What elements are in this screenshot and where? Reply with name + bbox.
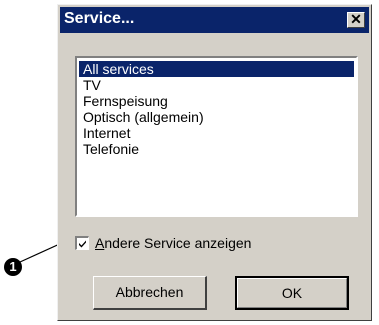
close-button[interactable]: ✕ — [347, 12, 365, 28]
list-item[interactable]: Fernspeisung — [79, 93, 354, 109]
accelerator-key: A — [95, 235, 105, 251]
show-other-services-row[interactable]: Andere Service anzeigen — [75, 234, 251, 252]
label-rest: ndere Service anzeigen — [104, 235, 252, 251]
service-listbox[interactable]: All services TV Fernspeisung Optisch (al… — [75, 56, 358, 217]
list-item[interactable]: TV — [79, 77, 354, 93]
title-bar: Service... ✕ — [60, 7, 369, 33]
checkmark-icon — [79, 240, 86, 248]
list-item[interactable]: Internet — [79, 125, 354, 141]
close-icon: ✕ — [350, 11, 362, 27]
dialog-title: Service... — [64, 10, 135, 27]
cancel-button[interactable]: Abbrechen — [93, 276, 207, 310]
ok-button[interactable]: OK — [235, 276, 349, 310]
service-dialog: Service... ✕ All services TV Fernspeisun… — [57, 4, 372, 321]
show-other-services-label: Andere Service anzeigen — [95, 235, 251, 251]
callout-badge: 1 — [4, 258, 22, 276]
list-item[interactable]: All services — [79, 61, 354, 77]
list-item[interactable]: Telefonie — [79, 141, 354, 157]
ok-button-label: OK — [281, 285, 303, 301]
show-other-services-checkbox[interactable] — [75, 236, 89, 250]
list-item[interactable]: Optisch (allgemein) — [79, 109, 354, 125]
